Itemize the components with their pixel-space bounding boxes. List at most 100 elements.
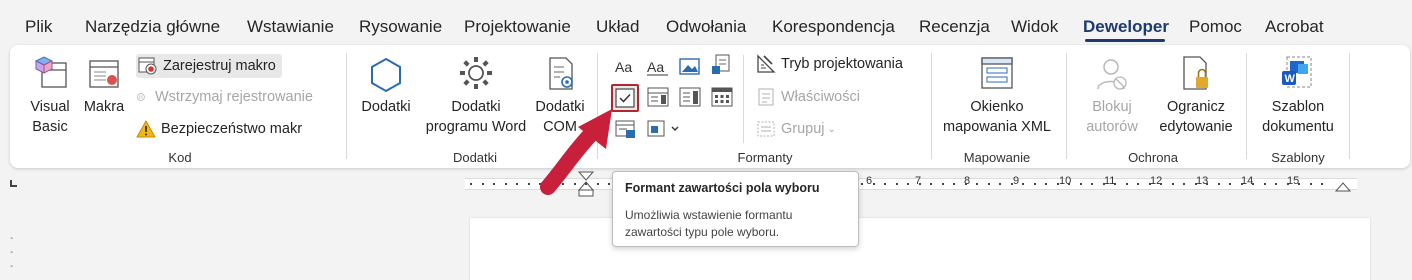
word-addins-button[interactable]: Dodatki programu Word xyxy=(416,53,536,137)
ribbon-tab-bar: Plik Narzędzia główne Wstawianie Rysowan… xyxy=(0,0,1412,44)
xml-mapping-pane-button[interactable]: Okienko mapowania XML xyxy=(942,53,1052,137)
tab-korespondencja[interactable]: Korespondencja xyxy=(772,17,895,37)
plain-text-control-icon[interactable]: Aa xyxy=(646,56,670,78)
macro-security-label: Bezpieczeństwo makr xyxy=(161,121,303,137)
ruler-tick xyxy=(1183,183,1185,185)
tab-wstawianie[interactable]: Wstawianie xyxy=(247,17,334,37)
dodatki-label: Dodatki xyxy=(361,99,411,115)
ruler-tick xyxy=(470,183,472,185)
ruler-number: 11 xyxy=(1104,175,1116,187)
ruler-tick xyxy=(1172,183,1174,185)
ruler-number: 7 xyxy=(915,175,922,187)
properties-label: Właściwości xyxy=(781,89,860,105)
ruler-tick xyxy=(1011,183,1013,185)
ruler-tick xyxy=(1310,183,1312,185)
macros-icon xyxy=(89,60,119,88)
ruler-tick xyxy=(1241,183,1243,185)
ruler-number: 8 xyxy=(964,175,971,187)
ruler-tick xyxy=(1022,183,1024,185)
ruler-tick xyxy=(1321,183,1323,185)
com-addins-icon xyxy=(549,57,573,90)
ruler-number: 6 xyxy=(866,175,873,187)
date-picker-control-icon[interactable] xyxy=(710,86,734,108)
ruler-tick xyxy=(1080,183,1082,185)
ruler-tick xyxy=(1103,183,1105,185)
ruler-number: 10 xyxy=(1059,175,1072,187)
group-separator xyxy=(1066,53,1067,159)
building-block-control-icon[interactable] xyxy=(710,54,734,76)
group-separator xyxy=(1246,53,1247,159)
group-separator xyxy=(346,53,347,159)
group-button[interactable]: Grupuj ⌄ xyxy=(756,119,836,139)
ruler-tick xyxy=(1218,183,1220,185)
active-tab-indicator xyxy=(1085,39,1165,42)
ruler-number: 14 xyxy=(1241,175,1254,187)
ruler-tick xyxy=(1126,183,1128,185)
group-label-mapowanie: Mapowanie xyxy=(963,150,1031,165)
tooltip-title: Formant zawartości pola wyboru xyxy=(625,181,820,195)
combo-box-control-icon[interactable] xyxy=(646,86,670,108)
dropdown-list-control-icon[interactable] xyxy=(678,86,702,108)
pause-recording-label: Wstrzymaj rejestrowanie xyxy=(155,89,313,105)
visual-basic-button[interactable]: Visual Basic xyxy=(24,53,76,137)
block-authors-button[interactable]: Blokuj autorów xyxy=(1076,53,1148,137)
ruler-tick xyxy=(482,183,484,185)
tab-pomoc[interactable]: Pomoc xyxy=(1189,17,1242,37)
dodatki-button[interactable]: Dodatki xyxy=(356,53,416,117)
properties-button[interactable]: Właściwości xyxy=(756,87,860,107)
tab-plik[interactable]: Plik xyxy=(25,17,52,37)
ruler-tick xyxy=(999,183,1001,185)
makra-label: Makra xyxy=(83,99,125,115)
group-separator xyxy=(931,53,932,159)
tab-stop-selector[interactable] xyxy=(10,180,17,187)
ruler-tick xyxy=(1206,183,1208,185)
restrict-editing-button[interactable]: Ogranicz edytowanie xyxy=(1152,53,1240,137)
picture-control-icon[interactable] xyxy=(678,56,702,78)
ruler-tick xyxy=(516,183,518,185)
tab-projektowanie[interactable]: Projektowanie xyxy=(464,17,571,37)
tooltip: Formant zawartości pola wyboru Umożliwia… xyxy=(612,171,859,247)
ruler-tick xyxy=(942,183,944,185)
ruler-tick xyxy=(1160,183,1162,185)
record-macro-label: Zarejestruj makro xyxy=(163,58,276,74)
ruler-tick xyxy=(1091,183,1093,185)
ruler-tick xyxy=(1229,183,1231,185)
rich-text-control-icon[interactable]: Aa xyxy=(614,56,638,78)
record-macro-button[interactable]: Zarejestruj makro xyxy=(136,54,282,78)
group-icon xyxy=(757,121,775,137)
group-label-ochrona: Ochrona xyxy=(1128,150,1178,165)
restrict-editing-lock-icon xyxy=(1183,56,1208,90)
ruler-tick xyxy=(1068,183,1070,185)
ruler-tick xyxy=(884,183,886,185)
ruler-number: 13 xyxy=(1196,175,1209,187)
tab-recenzja[interactable]: Recenzja xyxy=(919,17,990,37)
repeating-section-control-icon[interactable] xyxy=(646,118,682,140)
makra-button[interactable]: Makra xyxy=(82,53,126,117)
ruler-tick xyxy=(907,183,909,185)
ruler-tick xyxy=(1275,183,1277,185)
tab-acrobat[interactable]: Acrobat xyxy=(1265,17,1324,37)
ruler-tick xyxy=(930,183,932,185)
tab-odwolania[interactable]: Odwołania xyxy=(666,17,746,37)
document-page[interactable] xyxy=(470,218,1370,280)
tab-widok[interactable]: Widok xyxy=(1011,17,1058,37)
ruler-tick xyxy=(919,183,921,185)
tab-narzedzia-glowne[interactable]: Narzędzia główne xyxy=(85,17,220,37)
design-mode-icon xyxy=(757,54,776,73)
block-authors-icon xyxy=(1097,59,1127,90)
right-indent-marker-icon[interactable] xyxy=(1334,180,1352,192)
word-addins-label: Dodatki programu Word xyxy=(425,99,527,135)
gear-icon xyxy=(460,57,492,89)
tab-rysowanie[interactable]: Rysowanie xyxy=(359,17,442,37)
inner-separator xyxy=(743,55,744,143)
tab-uklad[interactable]: Układ xyxy=(596,17,639,37)
document-template-button[interactable]: W Szablon dokumentu xyxy=(1256,53,1340,137)
tab-deweloper[interactable]: Deweloper xyxy=(1083,17,1169,37)
xml-mapping-label: Okienko mapowania XML xyxy=(943,99,1051,135)
macro-security-button[interactable]: Bezpieczeństwo makr xyxy=(136,119,302,139)
pause-recording-button[interactable]: Wstrzymaj rejestrowanie xyxy=(136,87,313,107)
ruler-tick xyxy=(896,183,898,185)
design-mode-button[interactable]: Tryb projektowania xyxy=(756,54,903,74)
document-template-icon: W xyxy=(1282,56,1312,88)
ruler-tick xyxy=(873,183,875,185)
